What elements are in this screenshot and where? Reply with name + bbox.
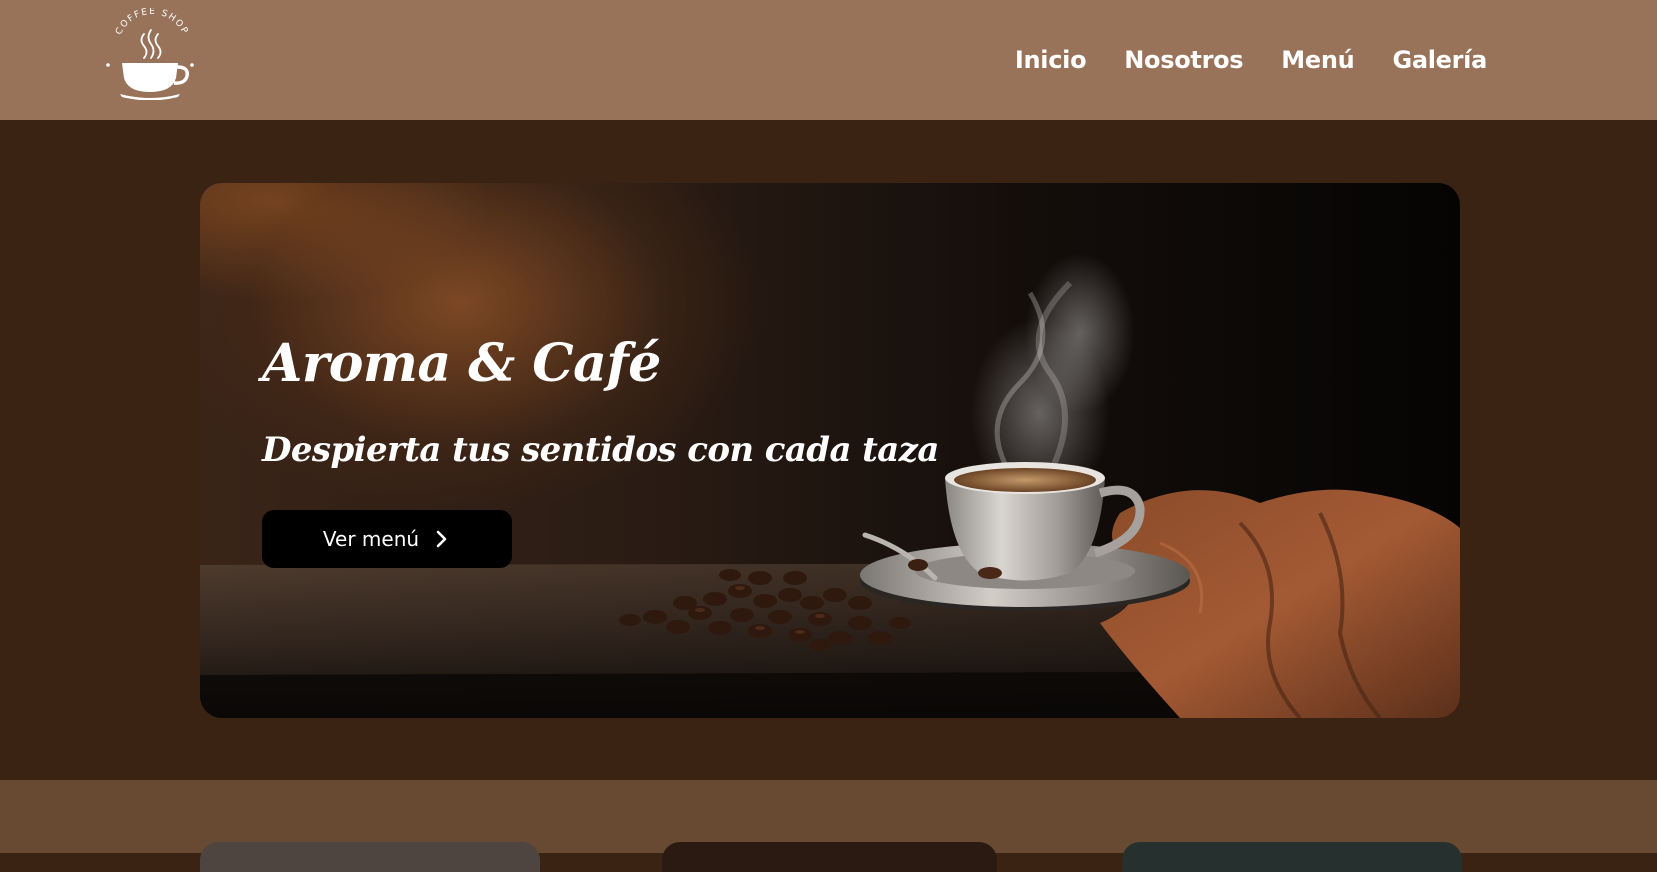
ver-menu-button-label: Ver menú xyxy=(322,527,420,551)
hero-section: Aroma & Café Despierta tus sentidos con … xyxy=(0,120,1657,780)
nav-item-galeria[interactable]: Galería xyxy=(1392,46,1487,74)
ver-menu-button[interactable]: Ver menú xyxy=(262,510,512,568)
hero-subtitle: Despierta tus sentidos con cada taza xyxy=(262,430,939,470)
nav-item-menu[interactable]: Menú xyxy=(1281,46,1354,74)
gallery-preview-section xyxy=(0,780,1657,872)
hero-banner: Aroma & Café Despierta tus sentidos con … xyxy=(200,183,1460,718)
svg-text:COFFEE SHOP: COFFEE SHOP xyxy=(114,8,190,37)
site-header: COFFEE SHOP Inicio Nosotros Menú Galería xyxy=(0,0,1657,120)
gallery-preview-card-3[interactable] xyxy=(1122,842,1462,872)
hero-title: Aroma & Café xyxy=(262,333,661,394)
gallery-preview-card-2[interactable] xyxy=(662,842,997,872)
gallery-preview-card-1[interactable] xyxy=(200,842,540,872)
coffee-shop-logo[interactable]: COFFEE SHOP xyxy=(100,8,200,100)
coffee-cup-logo-icon: COFFEE SHOP xyxy=(106,8,194,100)
nav-item-inicio[interactable]: Inicio xyxy=(1015,46,1087,74)
hero-content: Aroma & Café Despierta tus sentidos con … xyxy=(262,333,939,568)
main-nav: Inicio Nosotros Menú Galería xyxy=(1015,0,1487,120)
nav-item-nosotros[interactable]: Nosotros xyxy=(1124,46,1243,74)
logo-text: COFFEE SHOP xyxy=(114,8,188,37)
chevron-right-icon xyxy=(436,530,447,548)
